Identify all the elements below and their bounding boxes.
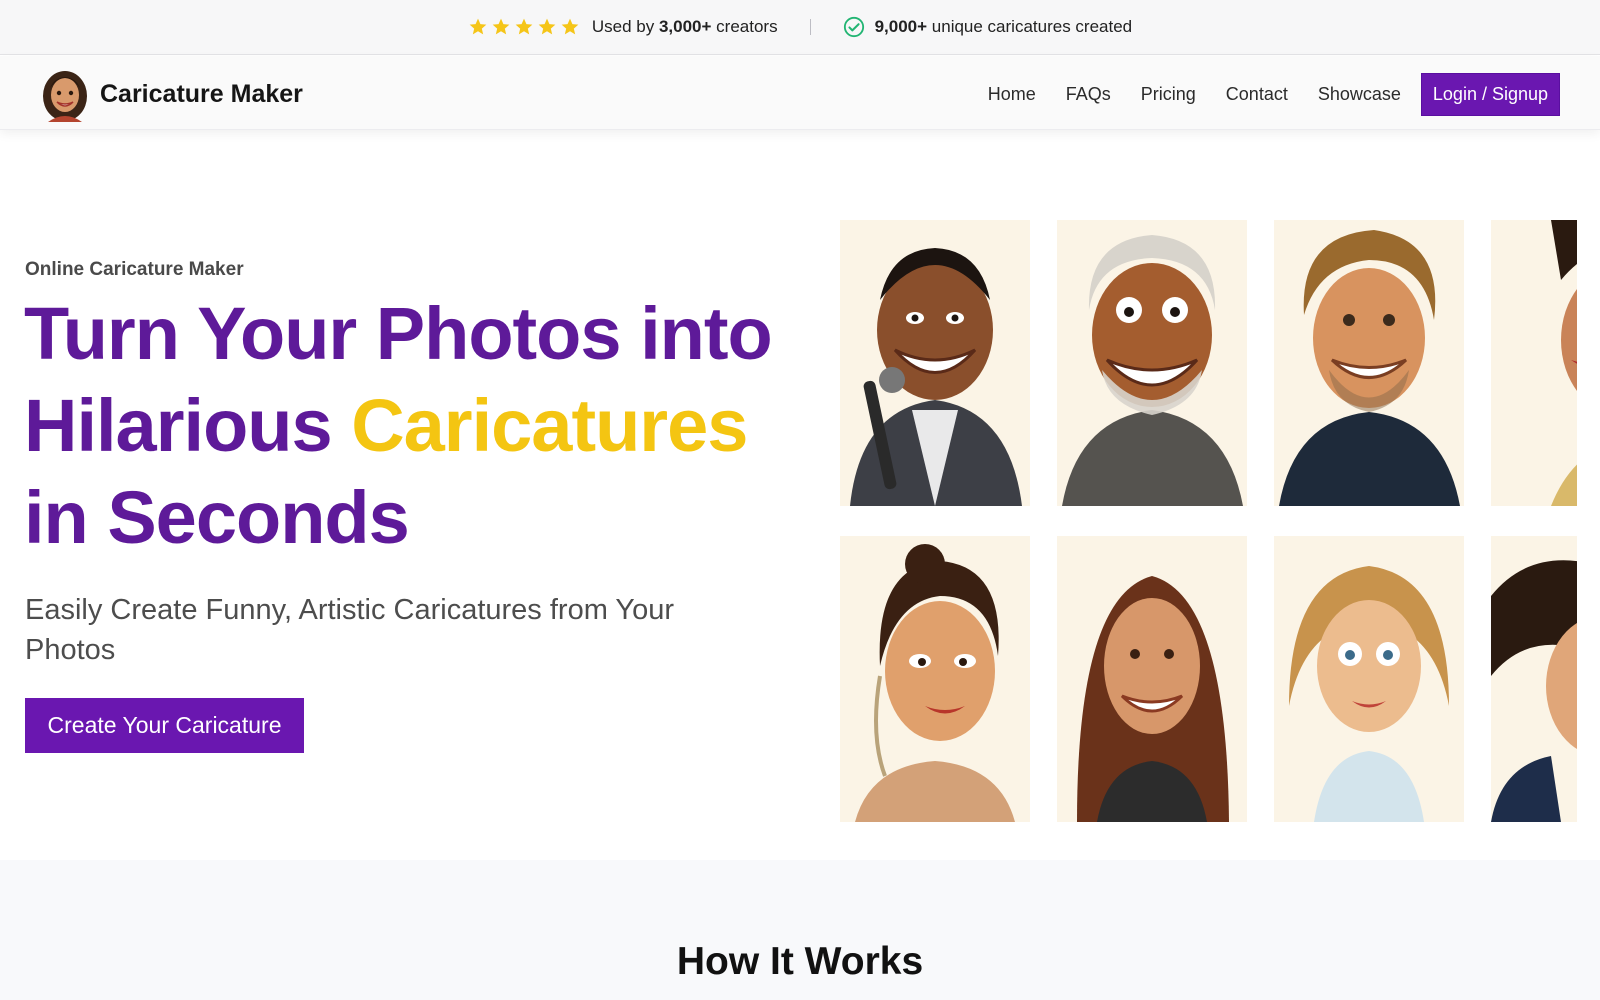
announcement-bar: Used by 3,000+ creators 9,000+ unique ca…	[0, 0, 1600, 55]
check-circle-icon	[843, 16, 864, 38]
divider	[809, 19, 811, 35]
hero-title-line3: in Seconds	[24, 476, 410, 559]
nav-link-faqs[interactable]: FAQs	[1066, 84, 1111, 105]
rating-stars	[468, 17, 580, 37]
used-by-text: Used by 3,000+ creators	[591, 17, 778, 36]
hero-eyebrow: Online Caricature Maker	[25, 259, 244, 280]
hero-title: Turn Your Photos into Hilarious Caricatu…	[24, 288, 824, 564]
nav-link-pricing[interactable]: Pricing	[1141, 84, 1196, 105]
how-it-works-title: How It Works	[676, 940, 924, 983]
nav-links: Home FAQs Pricing Contact Showcase Login…	[988, 73, 1560, 116]
nav-link-contact[interactable]: Contact	[1226, 84, 1288, 105]
hero-title-line2: Hilarious	[24, 384, 352, 467]
brand-logo-link[interactable]: Caricature Maker	[40, 66, 303, 122]
created-count-text: 9,000+ unique caricatures created	[874, 17, 1133, 36]
caricature-image	[840, 536, 1030, 822]
login-signup-button[interactable]: Login / Signup	[1420, 73, 1560, 116]
nav-link-showcase[interactable]: Showcase	[1318, 84, 1401, 105]
logo-avatar	[43, 71, 87, 122]
caricature-image	[1491, 220, 1577, 506]
star-icon	[469, 18, 487, 35]
nav-link-home[interactable]: Home	[988, 84, 1036, 105]
star-icon	[561, 18, 579, 35]
caricature-image	[1274, 220, 1464, 506]
star-icon	[538, 18, 556, 35]
caricature-image	[1491, 536, 1577, 822]
star-icon	[515, 18, 533, 35]
star-icon	[492, 18, 510, 35]
hero-subtitle: Easily Create Funny, Artistic Caricature…	[25, 594, 674, 666]
caricature-image	[1057, 536, 1247, 822]
brand-name: Caricature Maker	[100, 79, 303, 108]
caricature-image	[840, 220, 1030, 506]
how-it-works-section: How It Works	[0, 860, 1600, 1000]
caricature-image	[1057, 220, 1247, 506]
caricature-gallery	[840, 220, 1577, 822]
create-caricature-button[interactable]: Create Your Caricature	[25, 698, 304, 753]
caricature-image	[1274, 536, 1464, 822]
hero-title-accent: Caricatures	[351, 384, 748, 467]
hero-title-line1: Turn Your Photos into	[24, 292, 773, 375]
main-nav: Caricature Maker Home FAQs Pricing Conta…	[0, 56, 1600, 130]
